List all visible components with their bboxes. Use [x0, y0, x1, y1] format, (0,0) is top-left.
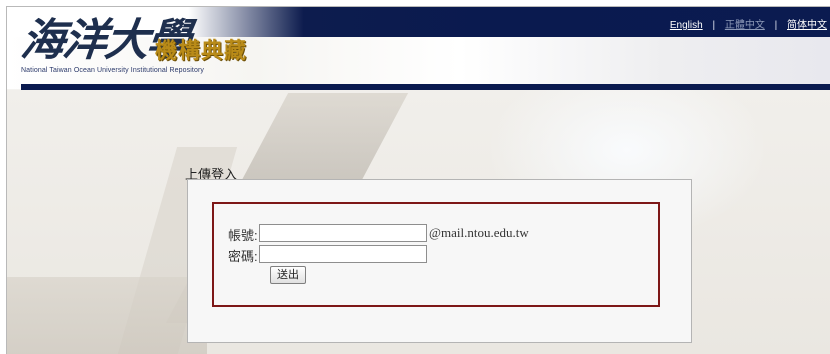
login-panel: 帳號: @mail.ntou.edu.tw 密碼: 送出: [187, 179, 692, 343]
logo-subtitle: National Taiwan Ocean University Institu…: [21, 67, 204, 74]
language-switcher: English | 正體中文 | 简体中文: [670, 16, 827, 31]
background-ground-shape: [7, 277, 207, 354]
account-input[interactable]: [259, 224, 427, 242]
account-label: 帳號:: [228, 228, 258, 243]
browser-viewport: 海洋大學 機構典藏 National Taiwan Ocean Universi…: [6, 6, 830, 354]
language-separator: |: [774, 20, 778, 31]
login-form-box: 帳號: @mail.ntou.edu.tw 密碼: 送出: [212, 202, 660, 307]
submit-button[interactable]: 送出: [270, 266, 306, 284]
password-input[interactable]: [259, 245, 427, 263]
site-header: 海洋大學 機構典藏 National Taiwan Ocean Universi…: [7, 7, 830, 90]
password-label: 密碼:: [228, 249, 258, 264]
language-traditional-chinese-link[interactable]: 正體中文: [725, 20, 765, 31]
language-separator: |: [712, 20, 716, 31]
logo-repository-title: 機構典藏: [155, 38, 248, 64]
account-domain-suffix: @mail.ntou.edu.tw: [429, 225, 529, 240]
language-english-link[interactable]: English: [670, 20, 703, 31]
language-simplified-chinese-link[interactable]: 简体中文: [787, 20, 827, 31]
